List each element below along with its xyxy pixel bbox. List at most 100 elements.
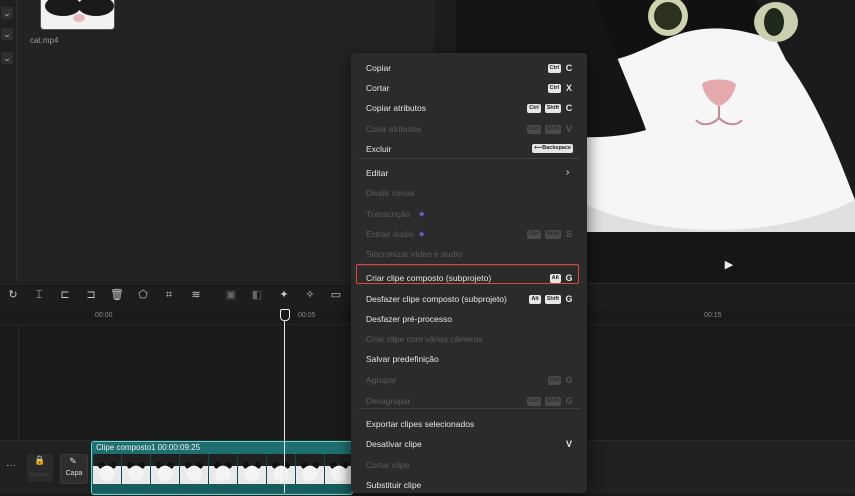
key-badge: Ctrl	[527, 229, 541, 239]
lock-icon: 🔒	[34, 455, 46, 465]
menu-item-label: Desativar clipe	[366, 439, 422, 449]
chevron-down-icon[interactable]: ⌄	[1, 52, 13, 64]
key-badge: Alt	[529, 294, 541, 304]
key-badge: Shift	[544, 229, 561, 239]
menu-item[interactable]: Substituir clipe	[351, 476, 587, 496]
split-icon[interactable]: ⌶	[32, 288, 46, 302]
shortcut-keys: Ctrl Shift C	[527, 103, 573, 113]
menu-item-label: Extrair áudio	[366, 229, 414, 239]
premium-gem-icon: ◆	[419, 211, 425, 218]
menu-item: Transcrição ◆	[351, 205, 587, 225]
menu-item: Sincronizar vídeo e áudio	[351, 245, 587, 265]
key-letter: G	[565, 294, 573, 304]
clip-audio-bar	[92, 484, 351, 493]
key-badge: Ctrl	[547, 63, 561, 73]
menu-item[interactable]: Copiar atributos Ctrl Shift C	[351, 99, 587, 119]
shortcut-keys: Ctrl Shift V	[527, 124, 573, 134]
menu-item-label: Copiar atributos	[366, 103, 427, 113]
menu-item-label: Cortar	[366, 83, 390, 93]
marker-icon[interactable]: ⬠	[136, 288, 150, 302]
menu-item-label: Desfazer clipe composto (subprojeto)	[366, 294, 507, 304]
premium-gem-icon: ◆	[419, 231, 425, 238]
chevron-down-icon[interactable]: ⌄	[1, 7, 13, 19]
chevron-right-icon: ›	[566, 167, 570, 178]
menu-item-label: Desfazer pré-processo	[366, 314, 452, 324]
menu-item-label: Colar atributos	[366, 124, 422, 134]
key-badge: Ctrl	[527, 124, 541, 134]
pencil-icon: ✎	[69, 456, 77, 466]
trim-left-icon[interactable]: ⊏	[58, 288, 72, 302]
playhead-handle[interactable]	[280, 309, 290, 321]
redo-icon[interactable]: ↻	[6, 288, 20, 302]
menu-item[interactable]: Cortar Ctrl X	[351, 79, 587, 99]
menu-item: Criar clipe com várias câmeras	[351, 330, 587, 350]
menu-item[interactable]: Desfazer clipe composto (subprojeto) Alt S…	[351, 290, 587, 310]
shortcut-keys: Ctrl G	[547, 375, 573, 385]
key-letter: V	[565, 124, 572, 134]
clip-filmstrip	[93, 454, 351, 484]
shortcut-keys: Ctrl Shift G	[527, 396, 573, 406]
left-collapse-strip: ⌄ ⌄ ⌄	[0, 0, 17, 282]
shortcut-keys: Ctrl X	[547, 83, 573, 93]
trim-right-icon[interactable]: ⊐	[84, 288, 98, 302]
shortcut-keys: V	[565, 439, 573, 449]
freeze-frame-icon[interactable]: ▣	[224, 288, 238, 302]
menu-item-label: Cortar clipe	[366, 460, 410, 470]
highlight-box	[356, 264, 579, 284]
key-letter: C	[565, 103, 573, 113]
media-thumbnail[interactable]	[40, 0, 115, 30]
mirror-icon[interactable]: ◧	[250, 288, 264, 302]
key-letter: V	[565, 439, 572, 449]
clip-title: Clipe composto1 00:00:09:25	[96, 443, 201, 452]
menu-item-label: Sincronizar vídeo e áudio	[366, 249, 462, 259]
hd-icon[interactable]: ▭	[329, 288, 343, 302]
ai-person-icon[interactable]: ✦	[277, 288, 291, 302]
key-letter: X	[565, 83, 572, 93]
menu-item[interactable]: Editar ›	[351, 164, 587, 184]
menu-item: Dividir cenas	[351, 184, 587, 204]
more-options-icon[interactable]: ···	[6, 460, 16, 471]
magic-wand-icon[interactable]: ✧	[303, 288, 317, 302]
speed-icon[interactable]: ≋	[189, 288, 203, 302]
menu-item-label: Criar clipe com várias câmeras	[366, 334, 483, 344]
menu-item-label: Desagrupar	[366, 396, 411, 406]
lock-track-label: Bloquear	[29, 472, 50, 478]
key-badge: Shift	[544, 103, 561, 113]
menu-item-label: Agrupar	[366, 375, 397, 385]
menu-item[interactable]: Salvar predefinição	[351, 350, 587, 370]
key-letter: C	[565, 63, 573, 73]
menu-item[interactable]: Desativar clipe V	[351, 435, 587, 455]
menu-item: Cortar clipe	[351, 456, 587, 476]
ruler-tick-label: 00:00	[95, 312, 113, 319]
menu-item-label: Excluir	[366, 144, 392, 154]
cover-label: Capa	[65, 470, 83, 477]
key-badge: Shift	[544, 294, 561, 304]
ruler-tick-label: 00:15	[704, 312, 722, 319]
menu-item[interactable]: Desfazer pré-processo	[351, 310, 587, 330]
crop-icon[interactable]: ⌗	[162, 288, 176, 302]
menu-item-label: Exportar clipes selecionados	[366, 419, 475, 429]
menu-item[interactable]: Exportar clipes selecionados	[351, 415, 587, 435]
key-letter: G	[565, 375, 573, 385]
menu-item: Desagrupar Ctrl Shift G	[351, 392, 587, 412]
key-badge: Shift	[544, 124, 561, 134]
delete-icon[interactable]: 🗑	[110, 288, 124, 302]
menu-item-label: Editar	[366, 168, 389, 178]
ruler-tick-label: 00:05	[298, 312, 316, 319]
menu-item: Agrupar Ctrl G	[351, 371, 587, 391]
shortcut-keys: Alt Shift G	[529, 294, 573, 304]
chevron-down-icon[interactable]: ⌄	[1, 28, 13, 40]
menu-item[interactable]: Copiar Ctrl C	[351, 59, 587, 79]
key-letter: S	[565, 229, 572, 239]
key-badge: Ctrl	[527, 396, 541, 406]
menu-item-label: Substituir clipe	[366, 480, 422, 490]
menu-item-label: Dividir cenas	[366, 188, 415, 198]
playhead[interactable]	[284, 310, 285, 493]
menu-item-label: Salvar predefinição	[366, 354, 439, 364]
play-icon[interactable]: ▶	[722, 258, 736, 272]
key-badge: Ctrl	[527, 103, 541, 113]
media-filename: cat.mp4	[30, 36, 59, 45]
key-badge: ⟵Backspace	[532, 144, 573, 153]
menu-item[interactable]: Excluir ⟵Backspace	[351, 140, 587, 160]
menu-item: Colar atributos Ctrl Shift V	[351, 120, 587, 140]
